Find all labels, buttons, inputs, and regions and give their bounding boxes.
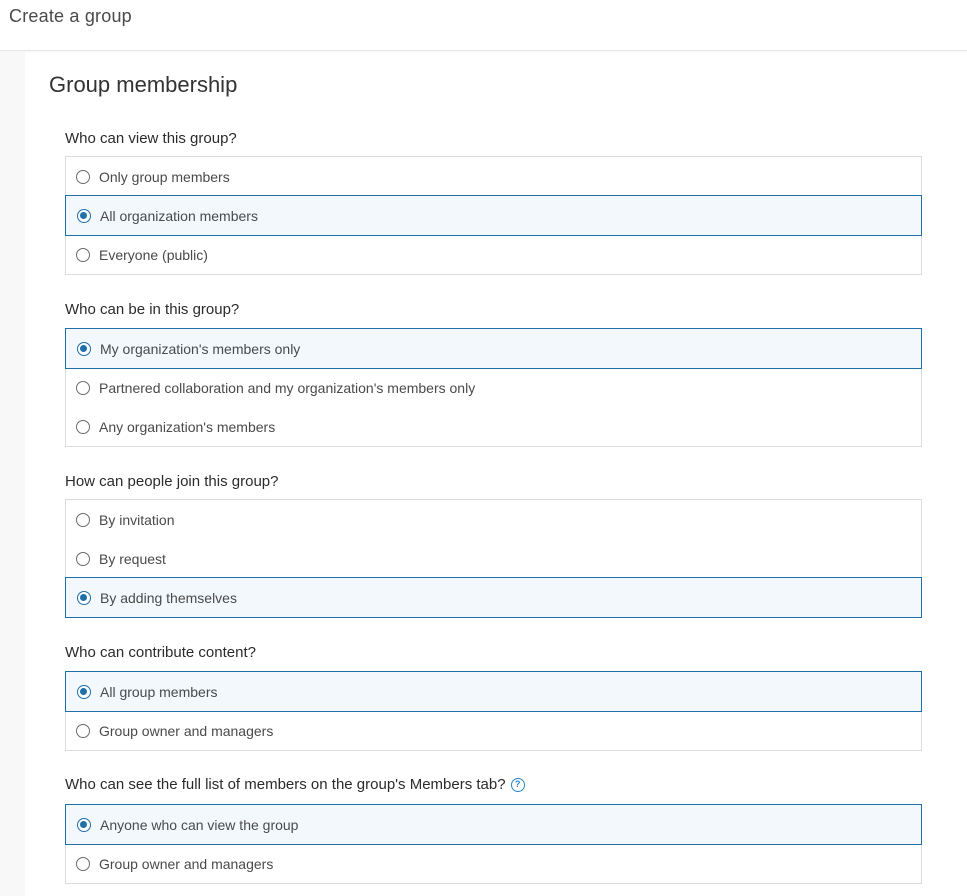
radio-button-selected-icon[interactable]	[77, 208, 91, 223]
question-view-label: Who can view this group?	[65, 130, 237, 147]
radio-option-any-org-members[interactable]: Any organization's members	[66, 407, 921, 446]
radio-button-icon[interactable]	[76, 551, 90, 566]
question-join-label: How can people join this group?	[65, 473, 279, 490]
radio-button-selected-icon[interactable]	[77, 684, 91, 699]
radio-button-icon[interactable]	[76, 512, 90, 527]
radio-button-icon[interactable]	[76, 247, 90, 262]
radio-option-partnered-collaboration[interactable]: Partnered collaboration and my organizat…	[66, 368, 921, 407]
radio-option-everyone-public[interactable]: Everyone (public)	[66, 235, 921, 274]
radio-option-by-request[interactable]: By request	[66, 539, 921, 578]
radio-button-selected-icon[interactable]	[77, 341, 91, 356]
radio-button-selected-icon[interactable]	[77, 590, 91, 605]
radio-option-all-organization-members[interactable]: All organization members	[65, 195, 922, 236]
radio-option-by-invitation[interactable]: By invitation	[66, 500, 921, 539]
membership-radio-group: My organization's members only Partnered…	[65, 328, 922, 447]
radio-label: Anyone who can view the group	[100, 816, 299, 833]
radio-label: All group members	[100, 683, 218, 700]
view-radio-group: Only group members All organization memb…	[65, 156, 922, 275]
radio-option-anyone-who-can-view[interactable]: Anyone who can view the group	[65, 804, 922, 845]
radio-button-icon[interactable]	[76, 856, 90, 871]
radio-label: All organization members	[100, 207, 258, 224]
page-header: Create a group	[0, 0, 967, 51]
radio-label: By request	[99, 550, 166, 567]
radio-label: Partnered collaboration and my organizat…	[99, 379, 476, 396]
radio-button-icon[interactable]	[76, 723, 90, 738]
radio-option-by-adding-themselves[interactable]: By adding themselves	[65, 577, 922, 618]
radio-option-all-group-members[interactable]: All group members	[65, 671, 922, 712]
radio-option-group-owner-managers[interactable]: Group owner and managers	[66, 844, 921, 883]
section-title: Group membership	[49, 72, 238, 97]
question-contribute-label: Who can contribute content?	[65, 644, 256, 661]
group-membership-panel: Group membership Who can view this group…	[25, 52, 967, 896]
members-list-radio-group: Anyone who can view the group Group owne…	[65, 804, 922, 884]
radio-button-icon[interactable]	[76, 419, 90, 434]
radio-label: By adding themselves	[100, 589, 237, 606]
join-radio-group: By invitation By request By adding thems…	[65, 499, 922, 618]
radio-label: Group owner and managers	[99, 722, 274, 739]
radio-label: Group owner and managers	[99, 855, 274, 872]
radio-label: Any organization's members	[99, 418, 276, 435]
radio-label: Everyone (public)	[99, 246, 208, 263]
page-title: Create a group	[9, 6, 132, 26]
question-members-list-label: Who can see the full list of members on …	[65, 776, 525, 793]
radio-button-selected-icon[interactable]	[77, 817, 91, 832]
radio-option-group-owner-managers[interactable]: Group owner and managers	[66, 711, 921, 750]
radio-button-icon[interactable]	[76, 380, 90, 395]
radio-button-icon[interactable]	[76, 169, 90, 184]
radio-option-only-group-members[interactable]: Only group members	[66, 157, 921, 196]
contribute-radio-group: All group members Group owner and manage…	[65, 671, 922, 751]
radio-label: Only group members	[99, 168, 230, 185]
question-membership-label: Who can be in this group?	[65, 301, 240, 318]
radio-label: By invitation	[99, 511, 175, 528]
help-circle-icon[interactable]: ?	[510, 777, 525, 792]
question-text: Who can see the full list of members on …	[65, 776, 506, 793]
radio-label: My organization's members only	[100, 340, 301, 357]
radio-option-my-org-members-only[interactable]: My organization's members only	[65, 328, 922, 369]
